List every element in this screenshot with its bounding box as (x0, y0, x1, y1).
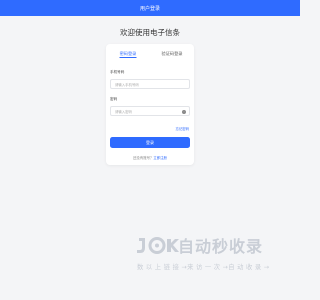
tab-code-login[interactable]: 验证码登录 (150, 44, 194, 63)
watermark: 自动秒收录 数 以 上 链 接 →来 访 一 次 →自 动 收 录 → (135, 232, 285, 277)
register-row: 还没有账号？立即注册 (106, 155, 194, 160)
tab-label: 验证码登录 (161, 50, 183, 56)
password-placeholder: 请输入密码 (115, 109, 132, 114)
account-placeholder: 请输入手机号码 (115, 82, 139, 87)
eye-icon[interactable] (181, 109, 186, 114)
tab-label: 密码登录 (119, 50, 137, 56)
watermark-logo (137, 237, 179, 254)
watermark-subtitle: 数 以 上 链 接 →来 访 一 次 →自 动 收 录 → (137, 264, 270, 271)
account-label: 手机号码 (110, 70, 125, 74)
login-button[interactable]: 登录 (110, 137, 190, 148)
active-tab-indicator (119, 57, 137, 58)
account-input[interactable]: 请输入手机号码 (110, 79, 190, 89)
forgot-password-link[interactable]: 忘记密码 (175, 126, 189, 131)
login-card: 密码登录 验证码登录 手机号码 请输入手机号码 密码 请输入密码 忘记密码 登录… (106, 44, 194, 165)
page-title: 用户登录 (139, 5, 160, 12)
register-link[interactable]: 立即注册 (153, 156, 167, 160)
password-label: 密码 (110, 97, 118, 101)
top-bar: 用户登录 (0, 0, 300, 16)
welcome-heading: 欢迎使用电子信条 (120, 28, 180, 37)
register-prompt: 还没有账号？ (133, 156, 154, 160)
login-tabs: 密码登录 验证码登录 (106, 44, 194, 63)
password-input[interactable]: 请输入密码 (110, 106, 190, 116)
watermark-title: 自动秒收录 (178, 237, 264, 256)
tab-password-login[interactable]: 密码登录 (106, 44, 150, 63)
